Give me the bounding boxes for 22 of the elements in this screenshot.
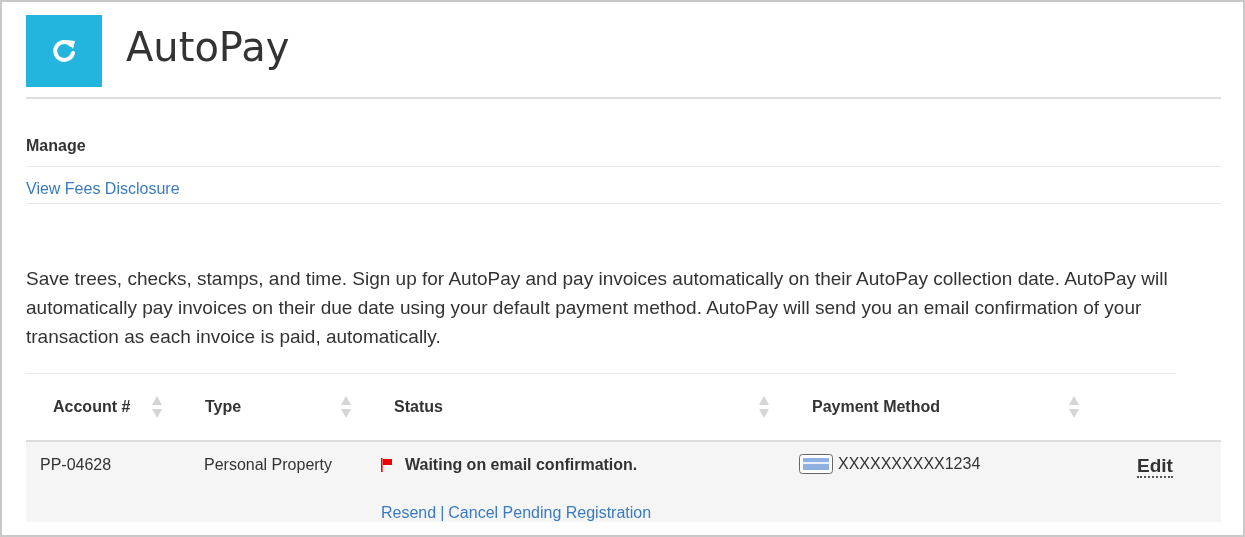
sort-icon[interactable] [1069, 396, 1079, 418]
column-header[interactable]: Type [205, 398, 242, 416]
table-cell: Personal Property [178, 441, 367, 522]
sort-icon[interactable] [759, 396, 769, 418]
refresh-icon [26, 15, 102, 87]
edit-link[interactable]: Edit [1137, 456, 1173, 478]
section-heading: Manage [26, 137, 86, 167]
table-cell: XXXXXXXXXX1234 [838, 455, 981, 473]
fees-disclosure-link[interactable]: View Fees Disclosure [26, 180, 180, 197]
card-icon [799, 454, 833, 474]
status-link[interactable]: Cancel Pending Registration [448, 504, 652, 522]
table-cell: PP-04628 [26, 441, 178, 522]
column-header[interactable]: Status [394, 398, 443, 416]
separator: | [440, 504, 445, 522]
intro-paragraph: Save trees, checks, stamps, and time. Sign up for AutoPay and pay invoices automatically on their AutoPay collection date. AutoPay will automatically pay invoices on their due date using your default payment method. AutoPay will send you an email confirmation of your transaction as each invoice is paid, automatically. [26, 264, 1176, 374]
sort-icon[interactable] [341, 396, 351, 418]
status-text: Waiting on email confirmation. [405, 456, 638, 474]
column-header[interactable]: Account # [53, 398, 131, 416]
column-header[interactable]: Payment Method [812, 398, 940, 416]
sort-icon[interactable] [152, 396, 162, 418]
status-link[interactable]: Resend [381, 504, 437, 522]
page-title: AutoPay [126, 24, 290, 70]
